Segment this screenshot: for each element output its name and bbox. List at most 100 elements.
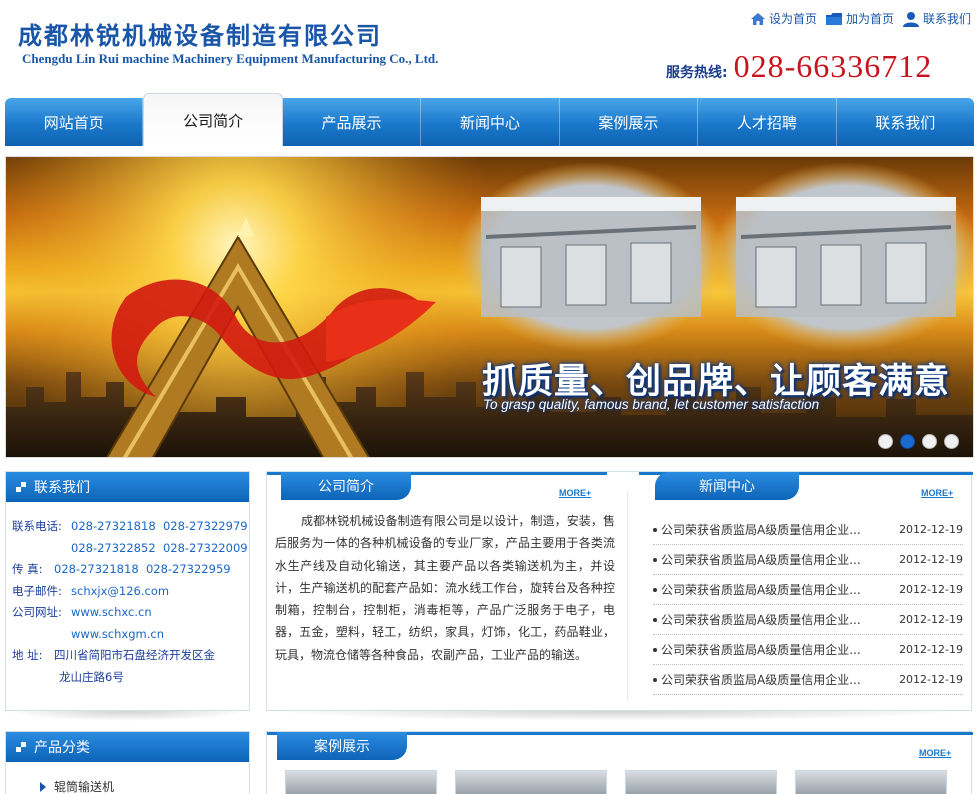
product-category-item[interactable]: 辊筒输送机	[40, 778, 114, 794]
grid-icon	[16, 482, 26, 492]
bullet-icon	[653, 677, 657, 682]
news-item-title[interactable]: 公司荣获省质监局A级质量信用企业...	[661, 641, 861, 658]
contact-us-label: 联系我们	[922, 12, 971, 26]
nav-item-cases[interactable]: 案例展示	[560, 98, 699, 146]
news-item-title[interactable]: 公司荣获省质监局A级质量信用企业...	[661, 521, 861, 538]
news-item[interactable]: 公司荣获省质监局A级质量信用企业... 2012-12-19	[653, 635, 963, 665]
email-label: 电子邮件:	[12, 583, 62, 598]
main-nav: 网站首页 公司简介 产品展示 新闻中心 案例展示 人才招聘 联系我们	[5, 93, 974, 146]
news-item-title[interactable]: 公司荣获省质监局A级质量信用企业...	[661, 581, 861, 598]
news-item[interactable]: 公司荣获省质监局A级质量信用企业... 2012-12-19	[653, 605, 963, 635]
news-item[interactable]: 公司荣获省质监局A级质量信用企业... 2012-12-19	[653, 665, 963, 695]
case-thumbnail[interactable]	[625, 770, 777, 794]
news-item-date: 2012-12-19	[899, 553, 963, 566]
phone-numbers-1: 028-27321818 028-27322979	[71, 519, 248, 533]
news-item[interactable]: 公司荣获省质监局A级质量信用企业... 2012-12-19	[653, 575, 963, 605]
phone-label: 联系电话:	[12, 519, 62, 533]
news-item-title[interactable]: 公司荣获省质监局A级质量信用企业...	[661, 611, 861, 628]
about-title: 公司简介	[318, 479, 374, 495]
product-category-panel: 产品分类 辊筒输送机	[5, 731, 250, 794]
bullet-icon	[653, 647, 657, 652]
news-title: 新闻中心	[699, 479, 755, 495]
contact-panel-title: 联系我们	[34, 480, 90, 496]
arrow-right-icon	[40, 781, 46, 792]
news-item-title[interactable]: 公司荣获省质监局A级质量信用企业...	[661, 671, 861, 688]
address-line-2: 龙山庄路6号	[59, 669, 124, 684]
news-item[interactable]: 公司荣获省质监局A级质量信用企业... 2012-12-19	[653, 545, 963, 575]
company-name-en: Chengdu Lin Rui machine Machinery Equipm…	[22, 51, 439, 66]
address-label: 地 址:	[12, 648, 43, 662]
panel-shadow	[266, 711, 972, 721]
hero-banner[interactable]: 抓质量、创品牌、让顾客满意 To grasp quality, famous b…	[5, 156, 974, 458]
news-item-date: 2012-12-19	[899, 583, 963, 596]
contact-us-link[interactable]: 联系我们	[902, 10, 971, 27]
news-item-date: 2012-12-19	[899, 673, 963, 686]
company-name-cn[interactable]: 成都林锐机械设备制造有限公司	[18, 16, 382, 51]
add-homepage-link[interactable]: 加为首页	[825, 10, 894, 27]
case-thumbnail[interactable]	[795, 770, 947, 794]
banner-pagination	[878, 434, 959, 449]
news-item-date: 2012-12-19	[899, 643, 963, 656]
case-thumbnail[interactable]	[285, 770, 437, 794]
news-item[interactable]: 公司荣获省质监局A级质量信用企业... 2012-12-19	[653, 515, 963, 545]
cases-tab: 案例展示	[277, 732, 407, 760]
banner-image	[6, 157, 973, 457]
email-link[interactable]: schxjx@126.com	[71, 581, 169, 603]
page: 成都林锐机械设备制造有限公司 Chengdu Lin Rui machine M…	[0, 0, 977, 794]
nav-item-news[interactable]: 新闻中心	[421, 98, 560, 146]
fax-numbers: 028-27321818 028-27322959	[54, 562, 231, 576]
news-item-date: 2012-12-19	[899, 613, 963, 626]
banner-dot-1[interactable]	[878, 434, 893, 449]
nav-item-contact[interactable]: 联系我们	[837, 98, 974, 146]
contact-panel: 联系我们 联系电话: 028-27321818 028-27322979 028-…	[5, 471, 250, 711]
panel-divider	[627, 492, 628, 700]
nav-item-jobs[interactable]: 人才招聘	[698, 98, 837, 146]
banner-dot-2[interactable]	[900, 434, 915, 449]
website-label: 公司网址:	[12, 605, 62, 619]
home-icon	[750, 12, 765, 25]
set-homepage-label: 设为首页	[768, 12, 817, 26]
set-homepage-link[interactable]: 设为首页	[750, 10, 817, 27]
phone-numbers-2: 028-27322852 028-27322009	[71, 540, 248, 555]
product-category-title: 产品分类	[34, 740, 90, 756]
about-text: 成都林锐机械设备制造有限公司是以设计，制造，安装，售后服务为一体的各种机械设备的…	[275, 514, 615, 662]
news-more-link[interactable]: MORE+	[921, 488, 953, 498]
nav-item-about[interactable]: 公司简介	[143, 93, 283, 146]
hotline-label: 服务热线:	[666, 65, 728, 81]
news-item-date: 2012-12-19	[899, 523, 963, 536]
fax-label: 传 真:	[12, 562, 43, 576]
top-links: 设为首页 加为首页 联系我们	[750, 10, 971, 27]
banner-dot-3[interactable]	[922, 434, 937, 449]
cases-more-link[interactable]: MORE+	[919, 748, 951, 758]
product-category-label: 辊筒输送机	[54, 780, 115, 794]
news-tab: 新闻中心	[655, 472, 799, 500]
grid-icon	[16, 742, 26, 752]
website-link-2[interactable]: www.schxgm.cn	[12, 624, 249, 646]
website-link-1[interactable]: www.schxc.cn	[71, 602, 152, 624]
about-tab: 公司简介	[281, 472, 411, 500]
banner-dot-4[interactable]	[944, 434, 959, 449]
folder-icon	[825, 12, 842, 25]
nav-item-products[interactable]: 产品展示	[283, 98, 422, 146]
product-category-header: 产品分类	[6, 732, 249, 762]
case-thumbnail[interactable]	[455, 770, 607, 794]
add-homepage-label: 加为首页	[845, 12, 894, 26]
news-list: 公司荣获省质监局A级质量信用企业... 2012-12-19 公司荣获省质监局A级…	[653, 515, 963, 695]
contact-panel-header: 联系我们	[6, 472, 249, 502]
about-more-link[interactable]: MORE+	[559, 488, 591, 498]
bullet-icon	[653, 557, 657, 562]
hotline-number: 028-66336712	[733, 48, 933, 84]
cases-title: 案例展示	[314, 739, 370, 755]
address-line-1: 四川省简阳市石盘经济开发区金	[54, 648, 215, 662]
nav-item-home[interactable]: 网站首页	[5, 98, 144, 146]
banner-slogan-en: To grasp quality, famous brand, let cust…	[483, 397, 820, 412]
bullet-icon	[653, 527, 657, 532]
cases-panel: 案例展示 MORE+	[266, 731, 973, 794]
panel-shadow	[5, 711, 250, 721]
bullet-icon	[653, 617, 657, 622]
hotline: 服务热线: 028-66336712	[666, 48, 932, 85]
news-item-title[interactable]: 公司荣获省质监局A级质量信用企业...	[661, 551, 861, 568]
contact-list: 联系电话: 028-27321818 028-27322979 028-27322…	[6, 502, 249, 688]
bullet-icon	[653, 587, 657, 592]
about-news-panel: 公司简介 MORE+ 成都林锐机械设备制造有限公司是以设计，制造，安装，售后服务…	[266, 471, 973, 711]
